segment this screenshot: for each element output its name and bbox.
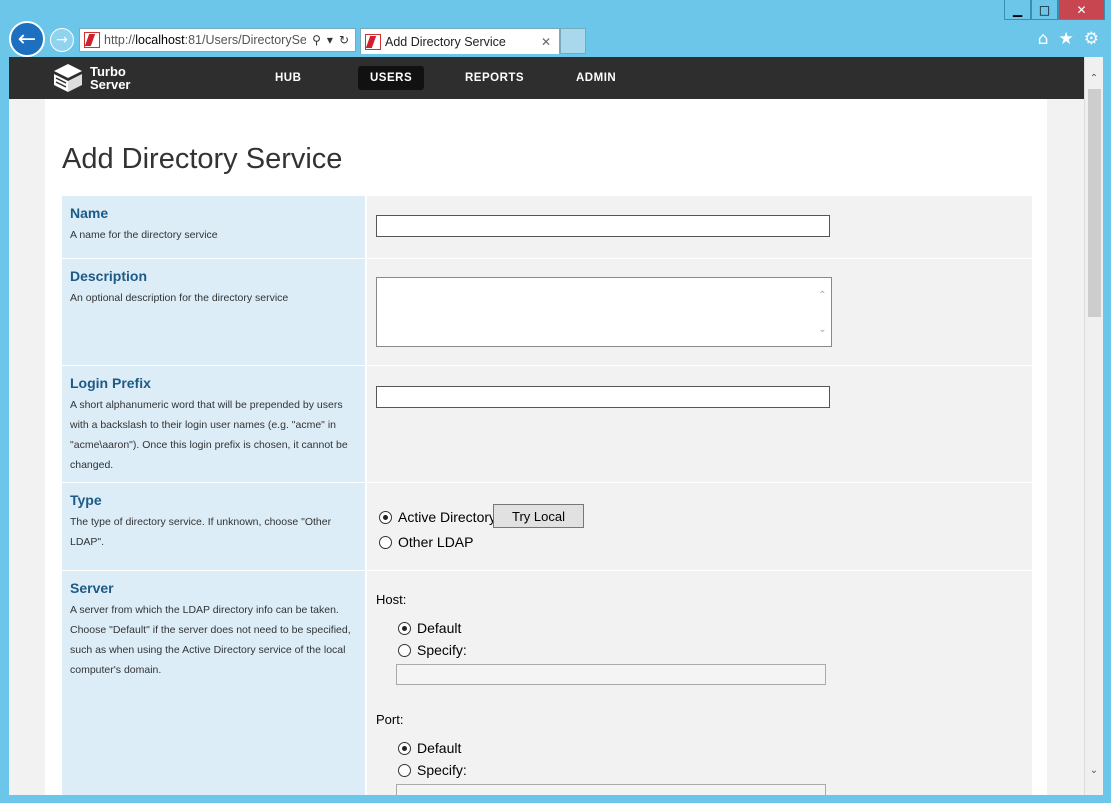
port-default-label: Default: [417, 740, 462, 756]
url-text[interactable]: http://localhost:81/Users/DirectorySer: [104, 33, 306, 47]
page-scrollbar[interactable]: ⌃ ⌄: [1084, 57, 1103, 795]
form-row-name: Name A name for the directory service: [62, 196, 1032, 259]
login-prefix-label: Login Prefix: [70, 375, 151, 391]
app-navbar: Turbo Server HUB USERS REPORTS ADMIN: [9, 57, 1084, 99]
server-help: A server from which the LDAP directory i…: [70, 604, 351, 676]
name-input[interactable]: [376, 215, 830, 237]
search-icon[interactable]: ⚲: [312, 33, 321, 47]
type-label-cell: Type The type of directory service. If u…: [62, 483, 367, 570]
type-value-cell: Active Directory Try Local Other LDAP: [367, 483, 1032, 570]
page-title: Add Directory Service: [62, 143, 343, 175]
form-row-login-prefix: Login Prefix A short alphanumeric word t…: [62, 366, 1032, 483]
server-value-cell: Host: Default Specify: Port: Default Spe…: [367, 571, 1032, 795]
forward-arrow-icon: →: [56, 32, 68, 48]
nav-admin[interactable]: ADMIN: [564, 66, 628, 90]
name-help: A name for the directory service: [70, 229, 218, 241]
login-prefix-label-cell: Login Prefix A short alphanumeric word t…: [62, 366, 367, 482]
refresh-icon[interactable]: ↻: [339, 33, 349, 47]
back-button[interactable]: ←: [9, 21, 45, 57]
nav-hub[interactable]: HUB: [263, 66, 313, 90]
port-input[interactable]: [396, 784, 826, 795]
type-label: Type: [70, 492, 102, 508]
radio-checked-icon[interactable]: [379, 510, 392, 524]
login-prefix-help: A short alphanumeric word that will be p…: [70, 399, 348, 471]
form-row-server: Server A server from which the LDAP dire…: [62, 571, 1032, 795]
name-label-cell: Name A name for the directory service: [62, 196, 367, 258]
scroll-down-icon[interactable]: ⌄: [1085, 761, 1103, 779]
host-default-label: Default: [417, 620, 462, 636]
browser-viewport: Turbo Server HUB USERS REPORTS ADMIN Add…: [9, 57, 1103, 795]
nav-reports[interactable]: REPORTS: [453, 66, 536, 90]
chevron-up-icon[interactable]: ⌃: [818, 290, 826, 301]
back-arrow-icon: ←: [17, 26, 37, 52]
radio-unchecked-icon[interactable]: [379, 535, 392, 549]
browser-tab-active[interactable]: Add Directory Service ✕: [360, 28, 560, 54]
dropdown-arrow-icon[interactable]: ▾: [327, 33, 333, 47]
settings-gear-icon[interactable]: ⚙: [1084, 29, 1099, 49]
name-label: Name: [70, 205, 109, 221]
address-bar[interactable]: http://localhost:81/Users/DirectorySer ⚲…: [79, 28, 356, 52]
host-option-specify[interactable]: Specify:: [398, 642, 467, 658]
turbo-server-logo[interactable]: Turbo Server: [52, 62, 130, 94]
tab-close-icon[interactable]: ✕: [541, 35, 559, 49]
description-label: Description: [70, 268, 148, 284]
host-input[interactable]: [396, 664, 826, 685]
server-label-cell: Server A server from which the LDAP dire…: [62, 571, 367, 795]
try-local-button[interactable]: Try Local: [493, 504, 584, 528]
minimize-button[interactable]: ▁: [1004, 0, 1031, 20]
form-row-description: Description An optional description for …: [62, 259, 1032, 366]
host-label: Host:: [376, 592, 407, 607]
chevron-down-icon[interactable]: ⌄: [818, 324, 826, 335]
radio-unchecked-icon[interactable]: [398, 763, 411, 777]
other-ldap-label: Other LDAP: [398, 534, 474, 550]
favorites-star-icon[interactable]: ★: [1059, 29, 1074, 49]
description-value-cell: ⌃ ⌄: [367, 259, 1032, 365]
host-option-default[interactable]: Default: [398, 620, 461, 636]
browser-titlebar: ▁ □ ✕ ← → http://localhost:81/Users/Dire…: [0, 0, 1111, 57]
forward-button[interactable]: →: [50, 28, 74, 52]
turbo-logo-icon: [54, 64, 82, 92]
description-textarea[interactable]: ⌃ ⌄: [376, 277, 832, 347]
close-window-button[interactable]: ✕: [1058, 0, 1105, 20]
nav-users[interactable]: USERS: [358, 66, 425, 90]
url-prefix: http://: [104, 33, 136, 47]
scrollbar-thumb[interactable]: [1088, 89, 1101, 317]
server-label: Server: [70, 580, 114, 596]
new-tab-button[interactable]: [560, 28, 586, 54]
type-option-other-ldap[interactable]: Other LDAP: [379, 534, 473, 550]
type-help: The type of directory service. If unknow…: [70, 516, 332, 548]
radio-checked-icon[interactable]: [398, 621, 411, 635]
tab-favicon-icon: [365, 33, 381, 50]
logo-text-line2: Server: [90, 77, 131, 92]
url-host: localhost: [135, 33, 185, 47]
window-controls: ▁ □ ✕: [1004, 0, 1105, 20]
scroll-up-icon[interactable]: ⌃: [1085, 69, 1103, 87]
radio-unchecked-icon[interactable]: [398, 643, 411, 657]
url-path: :81/Users/DirectorySer: [184, 33, 307, 47]
home-icon[interactable]: ⌂: [1038, 29, 1049, 49]
directory-service-form: Name A name for the directory service De…: [62, 196, 1032, 795]
host-specify-label: Specify:: [417, 642, 467, 658]
active-directory-label: Active Directory: [398, 509, 497, 525]
port-option-default[interactable]: Default: [398, 740, 461, 756]
name-value-cell: [367, 196, 1032, 258]
form-row-type: Type The type of directory service. If u…: [62, 483, 1032, 571]
description-label-cell: Description An optional description for …: [62, 259, 367, 365]
site-favicon-icon: [84, 32, 100, 48]
tab-title: Add Directory Service: [385, 34, 506, 49]
maximize-button[interactable]: □: [1031, 0, 1058, 20]
port-label: Port:: [376, 712, 404, 727]
login-prefix-value-cell: [367, 366, 1032, 482]
login-prefix-input[interactable]: [376, 386, 830, 408]
page-content: Add Directory Service Name A name for th…: [45, 99, 1047, 795]
description-help: An optional description for the director…: [70, 292, 289, 304]
port-specify-label: Specify:: [417, 762, 467, 778]
radio-checked-icon[interactable]: [398, 741, 411, 755]
port-option-specify[interactable]: Specify:: [398, 762, 467, 778]
textarea-scrollbar[interactable]: ⌃ ⌄: [814, 278, 831, 346]
type-option-active-directory[interactable]: Active Directory: [379, 509, 496, 525]
